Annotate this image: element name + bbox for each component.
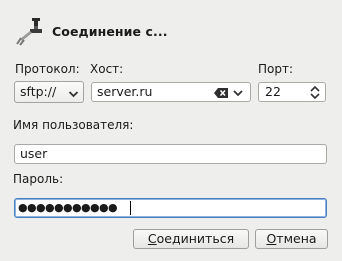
dialog-title: Соединение с... [52,24,168,39]
password-input[interactable]: ●●●●●●●●●●● [14,198,327,218]
username-label: Имя пользователя: [13,118,134,132]
chevron-down-icon[interactable] [68,87,79,102]
host-input[interactable]: server.ru [91,82,251,102]
cancel-label: тмена [276,231,317,246]
host-label: Хост: [90,62,124,76]
protocol-label: Протокол: [15,62,80,76]
host-dropdown-icon[interactable] [232,86,244,104]
connect-plug-icon [14,14,44,46]
host-value: server.ru [97,84,153,99]
port-label: Порт: [258,62,294,76]
password-mask: ●●●●●●●●●●● [18,201,118,214]
cancel-button[interactable]: Отмена [255,229,328,249]
password-label: Пароль: [13,172,64,186]
port-spinbox[interactable]: 22 [258,82,326,102]
protocol-value: sftp:// [20,84,57,99]
cancel-mnemonic: О [266,231,277,246]
username-value: user [20,146,48,161]
protocol-select[interactable]: sftp:// [14,81,84,103]
connect-label: оединиться [156,231,235,246]
connect-button[interactable]: Соединиться [133,229,249,249]
username-input[interactable]: user [14,144,327,164]
spin-up-down-icon[interactable] [309,85,321,105]
text-cursor [130,201,131,215]
port-value: 22 [265,84,281,99]
connect-mnemonic: С [147,231,157,246]
clear-text-icon[interactable] [213,86,229,104]
